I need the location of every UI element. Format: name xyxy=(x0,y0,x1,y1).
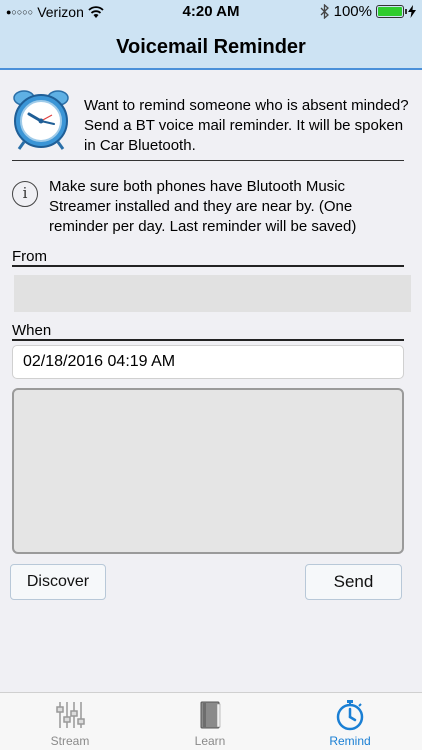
battery-icon xyxy=(376,5,407,18)
when-label: When xyxy=(12,322,52,339)
from-underline xyxy=(12,265,404,267)
tab-learn-label: Learn xyxy=(194,734,226,748)
intro-section: Want to remind someone who is absent min… xyxy=(10,88,415,160)
bluetooth-icon xyxy=(320,4,329,19)
when-date-field[interactable]: 02/18/2016 04:19 AM xyxy=(12,345,404,379)
alarm-clock-icon xyxy=(13,90,69,150)
from-field[interactable] xyxy=(14,275,411,312)
from-label: From xyxy=(12,248,47,265)
battery-percent: 100% xyxy=(333,3,372,20)
tab-remind[interactable]: Remind xyxy=(290,693,410,750)
intro-text: Want to remind someone who is absent min… xyxy=(84,97,409,154)
section-divider xyxy=(12,160,404,161)
tab-bar: Stream Learn Remind xyxy=(0,692,422,750)
info-icon: i xyxy=(12,181,38,207)
charging-bolt-icon xyxy=(408,5,416,18)
tab-stream-label: Stream xyxy=(50,734,90,748)
status-bar: ●○○○○ Verizon 4:20 AM 100% xyxy=(0,0,422,24)
info-text: Make sure both phones have Blutooth Musi… xyxy=(49,178,357,235)
status-right: 100% xyxy=(320,3,416,20)
book-icon xyxy=(200,701,221,729)
navigation-bar: Voicemail Reminder xyxy=(0,24,422,70)
battery-tip xyxy=(405,9,407,14)
equalizer-icon xyxy=(56,702,85,728)
tab-stream[interactable]: Stream xyxy=(10,693,130,750)
battery-fill xyxy=(378,7,402,16)
stopwatch-icon xyxy=(336,700,364,731)
tab-remind-label: Remind xyxy=(329,734,371,748)
when-underline xyxy=(12,339,404,341)
page-title: Voicemail Reminder xyxy=(116,36,306,58)
message-textarea[interactable] xyxy=(12,388,404,554)
send-button[interactable]: Send xyxy=(305,564,402,600)
tab-learn[interactable]: Learn xyxy=(150,693,270,750)
discover-button[interactable]: Discover xyxy=(10,564,106,600)
